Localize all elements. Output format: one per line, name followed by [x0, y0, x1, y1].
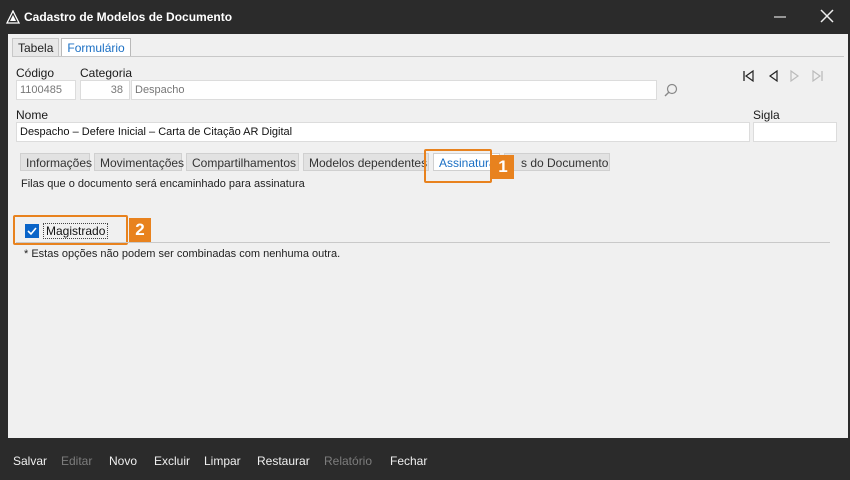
- tab-formulario-label: Formulário: [67, 41, 125, 55]
- categoria-name-field[interactable]: Despacho: [131, 80, 657, 100]
- new-label: Novo: [109, 454, 138, 468]
- callout-badge-2: 2: [129, 218, 151, 242]
- new-button[interactable]: Novo: [109, 454, 137, 468]
- tab-compartilhamentos-label: Compartilhamentos: [192, 156, 297, 170]
- next-record-icon[interactable]: [787, 68, 803, 84]
- close-form-label: Fechar: [390, 454, 428, 468]
- tab-informacoes-label: Informações: [26, 156, 93, 170]
- codigo-label: Código: [16, 66, 55, 80]
- categoria-label: Categoria: [80, 66, 133, 80]
- callout-highlight-1: [424, 149, 492, 183]
- tab-documento-label: s do Documento: [521, 156, 609, 170]
- combination-note: * Estas opções não podem ser combinadas …: [24, 248, 341, 260]
- close-button[interactable]: [815, 6, 839, 28]
- tab-formulario[interactable]: Formulário: [61, 38, 131, 57]
- previous-record-icon[interactable]: [765, 68, 781, 84]
- close-form-button[interactable]: Fechar: [390, 454, 427, 468]
- minimize-button[interactable]: [768, 6, 792, 28]
- nome-label: Nome: [16, 108, 49, 122]
- tab-compartilhamentos[interactable]: Compartilhamentos: [186, 153, 299, 171]
- search-icon[interactable]: [663, 82, 679, 98]
- minimize-icon: [774, 16, 786, 18]
- sigla-label: Sigla: [753, 108, 780, 122]
- codigo-field[interactable]: 1100485: [16, 80, 76, 100]
- title-bar: Cadastro de Modelos de Documento: [0, 0, 850, 34]
- restore-button[interactable]: Restaurar: [257, 454, 310, 468]
- delete-button[interactable]: Excluir: [154, 454, 190, 468]
- divider: [16, 242, 830, 243]
- save-button[interactable]: Salvar: [13, 454, 47, 468]
- report-button: Relatório: [324, 454, 372, 468]
- tab-tabela[interactable]: Tabela: [12, 38, 60, 57]
- form-window: Tabela Formulário Código 1100485 Categor…: [8, 34, 848, 438]
- save-label: Salvar: [13, 454, 48, 468]
- categoria-code-field[interactable]: 38: [80, 80, 130, 100]
- tab-movimentacoes-label: Movimentações: [100, 156, 185, 170]
- nome-field[interactable]: Despacho – Defere Inicial – Carta de Cit…: [16, 122, 750, 142]
- assinaturas-description: Filas que o documento será encaminhado p…: [21, 178, 305, 190]
- close-icon: [820, 9, 834, 23]
- restore-label: Restaurar: [257, 454, 310, 468]
- tab-modelos-dependentes[interactable]: Modelos dependentes: [303, 153, 429, 171]
- view-tabs: Tabela Formulário: [12, 38, 133, 57]
- clear-label: Limpar: [204, 454, 241, 468]
- window-title: Cadastro de Modelos de Documento: [24, 10, 233, 24]
- edit-button: Editar: [61, 454, 92, 468]
- first-record-icon[interactable]: [740, 68, 756, 84]
- action-bar: Salvar Editar Novo Excluir Limpar Restau…: [0, 448, 850, 474]
- report-label: Relatório: [324, 454, 373, 468]
- tab-movimentacoes[interactable]: Movimentações: [94, 153, 185, 171]
- sigla-field[interactable]: [753, 122, 837, 142]
- tab-informacoes[interactable]: Informações: [20, 153, 93, 171]
- edit-label: Editar: [61, 454, 93, 468]
- callout-highlight-2: [13, 215, 128, 245]
- last-record-icon[interactable]: [810, 68, 826, 84]
- tab-tabela-label: Tabela: [18, 41, 54, 55]
- callout-badge-1: 1: [492, 155, 514, 179]
- clear-button[interactable]: Limpar: [204, 454, 241, 468]
- tab-modelos-dependentes-label: Modelos dependentes: [309, 156, 428, 170]
- delete-label: Excluir: [154, 454, 191, 468]
- tab-documento[interactable]: s do Documento: [504, 153, 610, 171]
- app-icon: [6, 10, 20, 24]
- tab-divider: [12, 56, 844, 57]
